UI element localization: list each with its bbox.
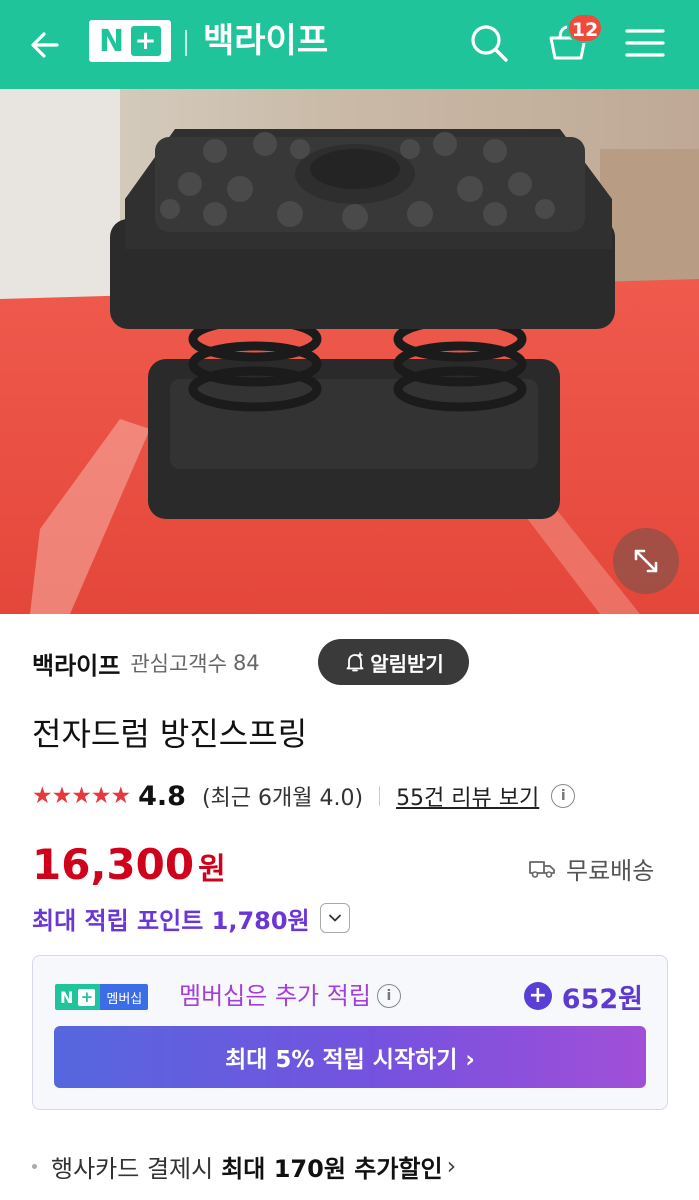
logo-n: N bbox=[98, 23, 126, 59]
seller-row: 백라이프 관심고객수 84 bbox=[32, 640, 260, 686]
search-button[interactable] bbox=[466, 20, 512, 66]
top-app-bar: N + 백라이프 12 bbox=[0, 0, 699, 89]
search-icon bbox=[471, 25, 508, 62]
points-row: 최대 적립 포인트 1,780원 bbox=[32, 898, 350, 938]
membership-info-icon[interactable]: i bbox=[376, 984, 401, 1008]
follower-count: 84 bbox=[232, 651, 260, 675]
logo-plus: + bbox=[131, 26, 162, 56]
recent-rating: (최근 6개월 4.0) bbox=[201, 786, 364, 811]
chevron-down-icon bbox=[328, 914, 341, 922]
membership-extra-points: + 652원 bbox=[523, 976, 643, 1016]
star-rating-icons: ★★★★★ bbox=[32, 783, 131, 809]
product-title: 전자드럼 방진스프링 bbox=[32, 715, 308, 753]
bullet-dot bbox=[32, 1163, 37, 1169]
truck-icon bbox=[529, 861, 555, 878]
info-icon[interactable]: i bbox=[551, 784, 576, 808]
expand-image-button[interactable] bbox=[613, 528, 679, 594]
back-arrow-icon bbox=[31, 32, 59, 58]
price-unit: 원 bbox=[198, 852, 226, 887]
follower-label: 관심고객수 bbox=[130, 652, 227, 676]
max-points-text: 최대 적립 포인트 1,780원 bbox=[32, 906, 310, 935]
store-name[interactable]: 백라이프 bbox=[203, 16, 328, 66]
membership-cta-button[interactable]: 최대 5% 적립 시작하기 › bbox=[54, 1026, 646, 1088]
card-discount-prefix: 행사카드 결제시 bbox=[51, 1154, 214, 1183]
shipping-label: 무료배송 bbox=[566, 856, 655, 885]
membership-text-row: 멤버십은 추가 적립 i bbox=[179, 978, 401, 1014]
rating-row: ★★★★★ 4.8 (최근 6개월 4.0) 55건 리뷰 보기 i bbox=[32, 777, 576, 815]
card-discount-row[interactable]: 행사카드 결제시 최대 170원 추가할인 › bbox=[32, 1146, 456, 1186]
membership-box: N + 멤버십 멤버십은 추가 적립 i + 652원 최대 5% 적립 시작하기… bbox=[32, 955, 668, 1110]
naver-plus-logo[interactable]: N + bbox=[89, 20, 171, 62]
back-button[interactable] bbox=[22, 22, 68, 68]
card-discount-highlight: 최대 170원 추가할인 bbox=[221, 1154, 443, 1183]
review-link[interactable]: 55건 리뷰 보기 bbox=[396, 780, 539, 812]
badge-logo: N + bbox=[55, 984, 101, 1010]
product-image[interactable] bbox=[0, 89, 699, 614]
chevron-right-icon: › bbox=[446, 1152, 457, 1180]
badge-label: 멤버십 bbox=[100, 984, 149, 1010]
rating-separator bbox=[379, 786, 381, 806]
membership-text: 멤버십은 추가 적립 bbox=[179, 982, 371, 1010]
shipping-info: 무료배송 bbox=[528, 850, 654, 886]
menu-button[interactable] bbox=[624, 20, 666, 66]
price-row: 16,300 원 bbox=[32, 840, 226, 896]
alarm-subscribe-button[interactable]: 알림받기 bbox=[318, 639, 469, 685]
extra-points-value: 652원 bbox=[561, 983, 643, 1015]
membership-badge: N + 멤버십 bbox=[55, 984, 149, 1010]
rating-value: 4.8 bbox=[138, 780, 186, 812]
bell-plus-icon bbox=[346, 652, 364, 672]
expand-icon bbox=[634, 549, 658, 573]
header-divider bbox=[185, 30, 187, 56]
alarm-label: 알림받기 bbox=[370, 651, 444, 676]
menu-icon bbox=[625, 29, 665, 57]
seller-name[interactable]: 백라이프 bbox=[32, 646, 120, 681]
cart-count-badge: 12 bbox=[567, 13, 603, 43]
price-amount: 16,300 bbox=[32, 840, 195, 889]
points-expand-button[interactable] bbox=[319, 903, 350, 933]
product-photo bbox=[0, 89, 699, 614]
plus-circle-icon: + bbox=[523, 982, 552, 1010]
